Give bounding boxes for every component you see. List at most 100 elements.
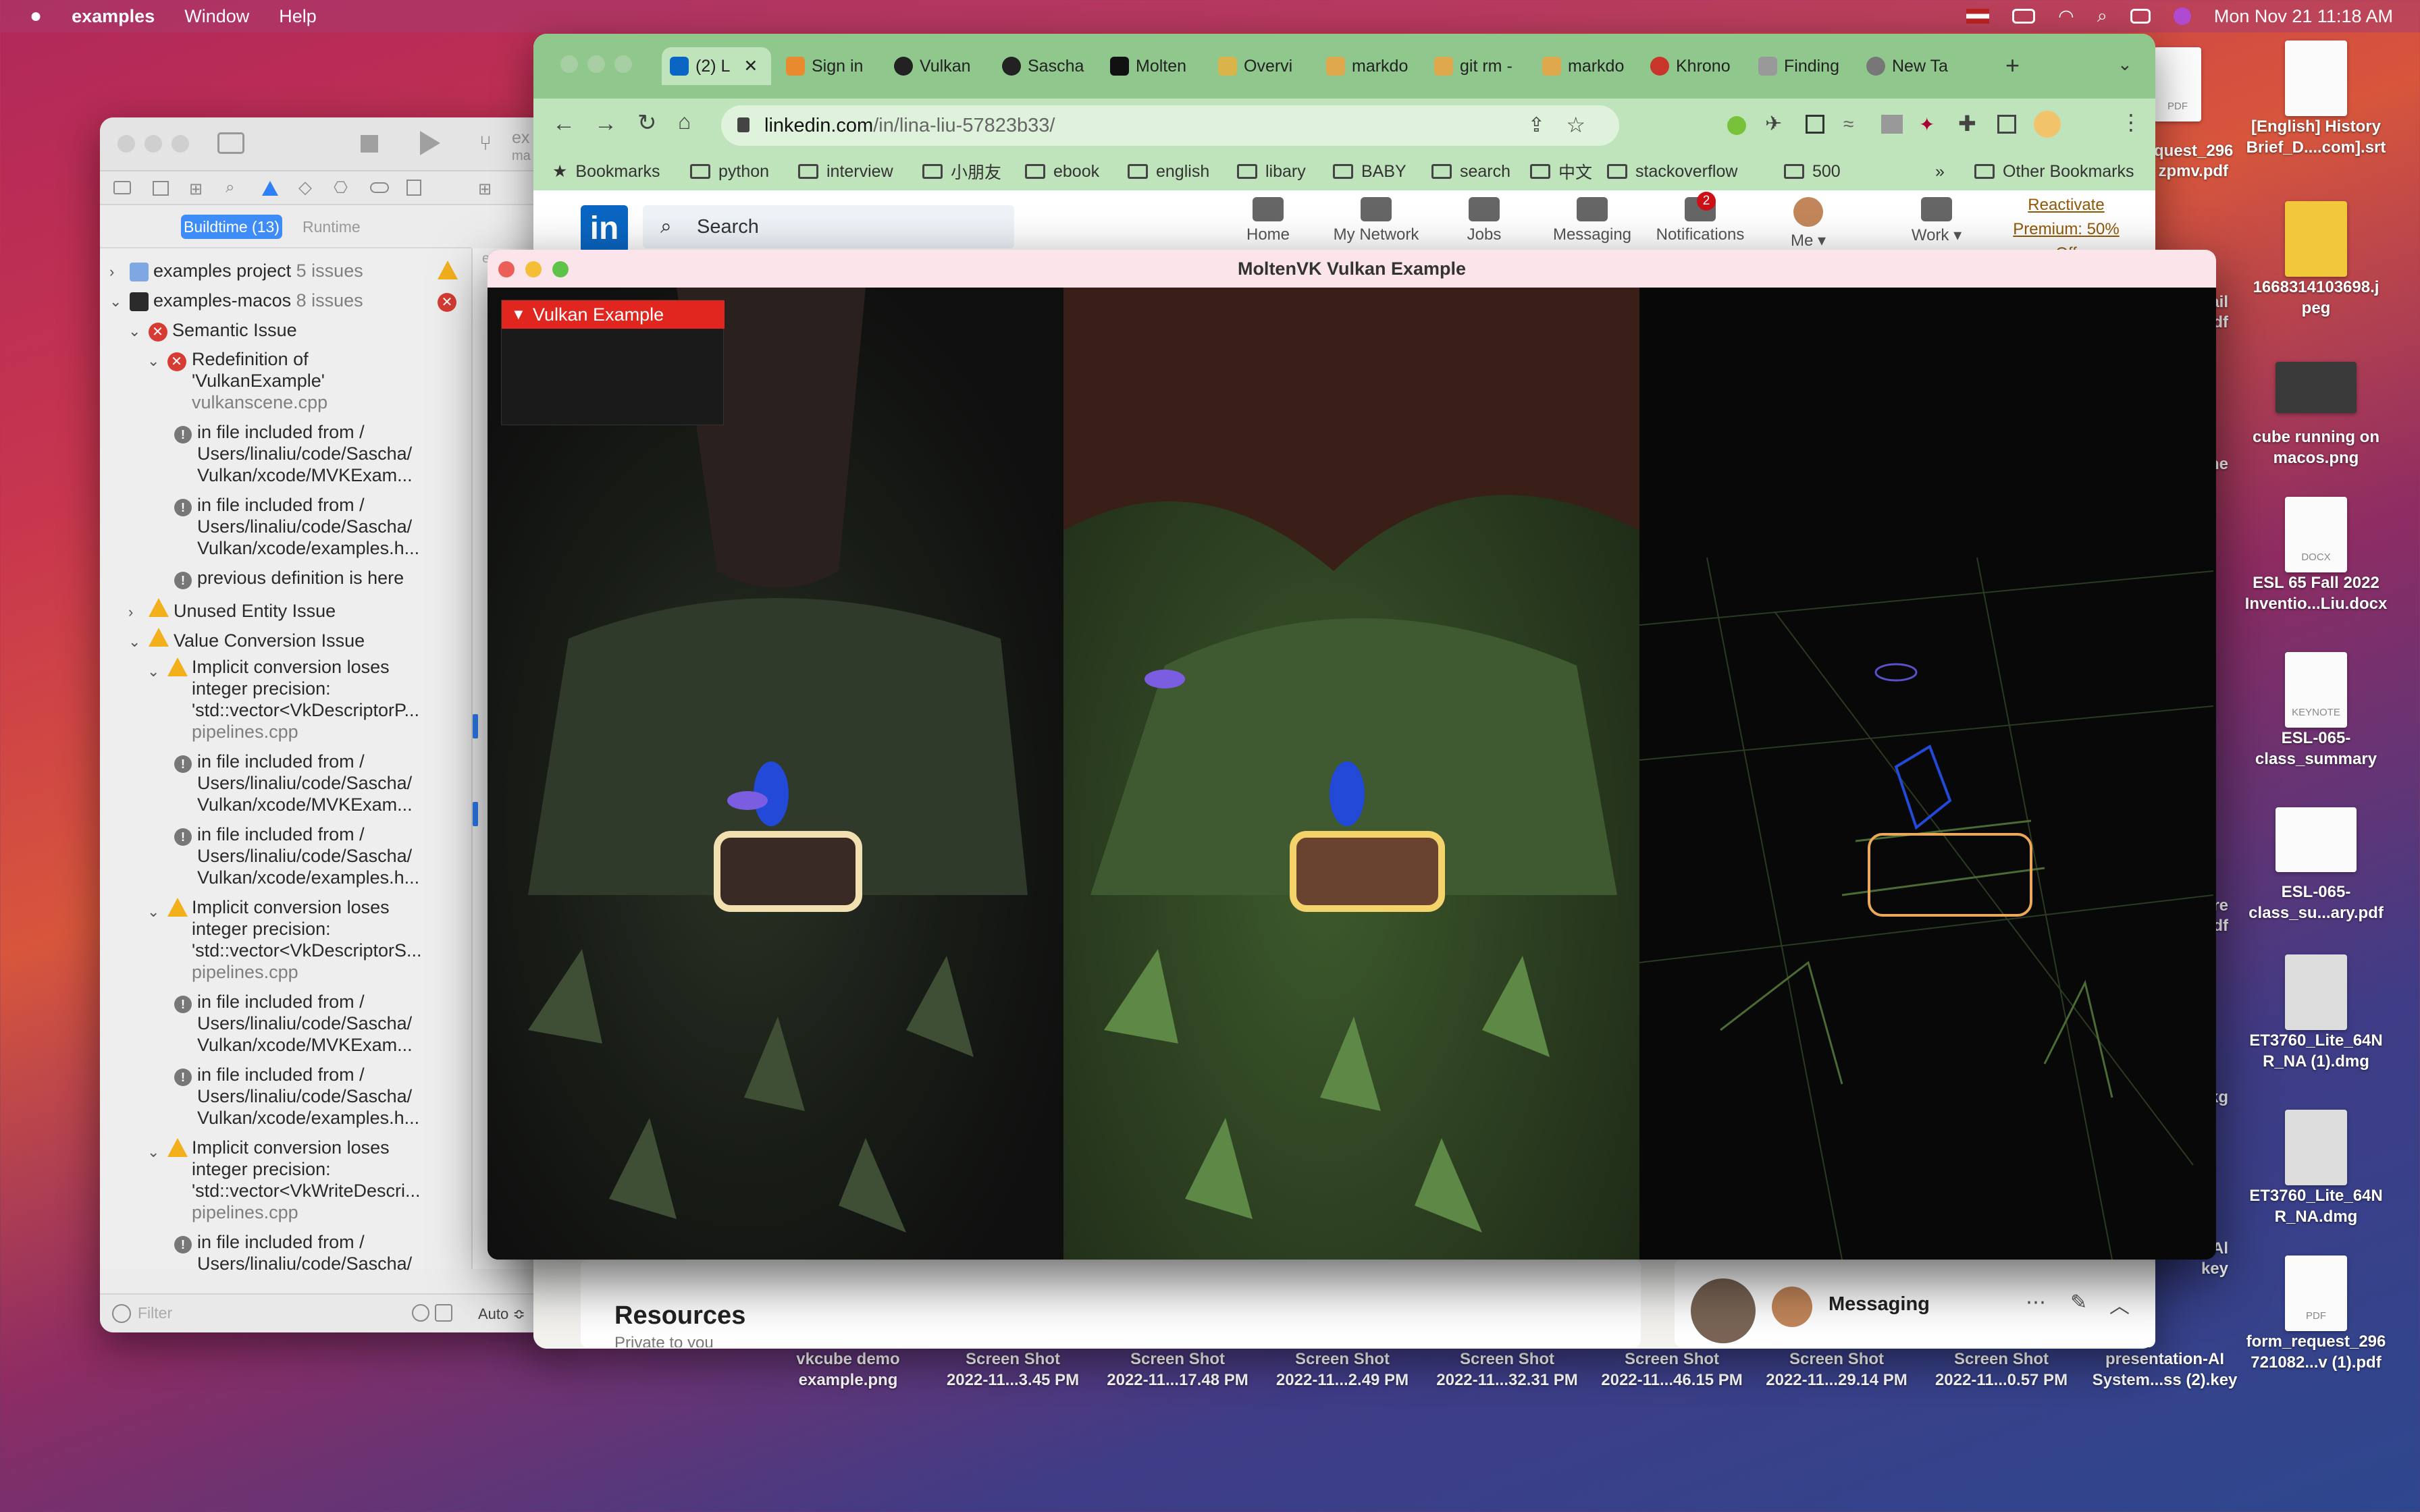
extension-icon[interactable] xyxy=(1881,115,1903,134)
reload-icon[interactable]: ↻ xyxy=(637,109,657,136)
issue-note-row[interactable]: ! previous definition is here xyxy=(174,568,404,589)
filter-input[interactable]: Filter xyxy=(138,1304,408,1322)
tab-buildtime[interactable]: Buildtime (13) xyxy=(181,215,282,239)
breakpoint-navigator-icon[interactable] xyxy=(370,182,389,193)
bookmark-folder[interactable]: libary xyxy=(1237,153,1306,190)
issue-target-row[interactable]: › examples project 5 issues xyxy=(109,261,458,281)
overlay-header[interactable]: ▼ Vulkan Example xyxy=(502,300,725,329)
desktop-file[interactable]: [English] History Brief_D....com].srt xyxy=(2228,40,2404,158)
bookmark-folder[interactable]: english xyxy=(1128,153,1209,190)
bookmark-star-icon[interactable]: ☆ xyxy=(1566,112,1585,138)
bookmark-folder[interactable]: interview xyxy=(798,153,893,190)
desktop-file[interactable]: KEYNOTE ESL-065- class_summary xyxy=(2228,652,2404,770)
issue-note-row[interactable]: ! in file included from / Users/linaliu/co… xyxy=(174,422,413,485)
report-navigator-icon[interactable] xyxy=(406,180,421,196)
disclosure-chevron-icon[interactable]: › xyxy=(128,603,143,621)
zoom-button[interactable] xyxy=(172,135,189,153)
nav-notifications[interactable]: 2 Notifications xyxy=(1646,192,1754,244)
find-navigator-icon[interactable]: ⌕ xyxy=(226,178,234,197)
ui-overlay-panel[interactable]: ▼ Vulkan Example xyxy=(501,300,725,425)
desktop-file[interactable]: cube running on macos.png xyxy=(2228,362,2404,468)
lock-icon[interactable] xyxy=(737,117,749,132)
chevron-up-icon[interactable]: ︿ xyxy=(2109,1289,2130,1319)
issue-note-row[interactable]: ! in file included from / Users/linaliu/co… xyxy=(174,1232,412,1274)
tab-new-tab[interactable]: New Ta xyxy=(1858,47,1966,85)
symbol-navigator-icon[interactable]: ⊞ xyxy=(189,180,203,199)
bookmark-folder[interactable]: stackoverflow xyxy=(1607,153,1737,190)
chrome-menu-icon[interactable]: ⋮ xyxy=(2120,109,2142,135)
back-icon[interactable]: ← xyxy=(552,111,575,137)
project-navigator-icon[interactable] xyxy=(113,181,131,194)
extension-icon[interactable] xyxy=(1727,116,1746,135)
tab-linkedin[interactable]: (2) L ✕ xyxy=(662,47,771,85)
collapse-triangle-icon[interactable]: ▼ xyxy=(511,300,526,329)
extension-icon[interactable]: ✦ xyxy=(1919,113,1935,136)
zoom-button[interactable] xyxy=(552,261,569,277)
tab-sascha[interactable]: Sascha xyxy=(994,47,1102,85)
desktop-file[interactable]: Screen Shot 2022-11...32.31 PM xyxy=(1422,1349,1592,1390)
editor-grid-icon[interactable]: ⊞ xyxy=(478,180,492,199)
bookmark-item[interactable]: ★ Bookmarks xyxy=(552,153,660,190)
nav-home[interactable]: Home xyxy=(1214,197,1322,244)
desktop-file[interactable]: vkcube demo example.png xyxy=(763,1349,933,1390)
recent-filter-icon[interactable] xyxy=(412,1304,429,1322)
disclosure-chevron-icon[interactable]: ⌄ xyxy=(147,663,162,680)
tab-molten[interactable]: Molten xyxy=(1102,47,1210,85)
bookmark-folder[interactable]: ebook xyxy=(1025,153,1099,190)
desktop-file[interactable]: PDF form_request_296 721082...v (1).pdf xyxy=(2228,1256,2404,1373)
issue-note-row[interactable]: ! in file included from / Users/linaliu/co… xyxy=(174,992,413,1055)
disclosure-chevron-icon[interactable]: ⌄ xyxy=(147,352,162,370)
issue-row[interactable]: ⌄ Value Conversion Issue xyxy=(128,628,365,651)
nav-jobs[interactable]: Jobs xyxy=(1430,197,1538,244)
tab-markdown[interactable]: markdo xyxy=(1318,47,1426,85)
tab-sign-in[interactable]: Sign in xyxy=(778,47,886,85)
other-bookmarks-folder[interactable]: Other Bookmarks xyxy=(1974,153,2134,190)
menu-window[interactable]: Window xyxy=(184,6,249,27)
address-bar[interactable]: linkedin.com/in/lina-liu-57823b33/ ⇪ ☆ xyxy=(721,105,1619,146)
rocket-extension-icon[interactable]: ✈ xyxy=(1765,112,1782,136)
extension-icon[interactable] xyxy=(1806,115,1824,134)
issue-row[interactable]: ⌄ Implicit conversion loses integer preci… xyxy=(147,657,419,742)
desktop-file-partial[interactable]: PDF xyxy=(2154,47,2201,122)
siri-icon[interactable] xyxy=(2173,7,2191,25)
nav-me[interactable]: Me ▾ xyxy=(1754,197,1862,250)
minimize-button[interactable] xyxy=(144,135,162,153)
close-button[interactable] xyxy=(560,55,578,73)
bookmark-folder[interactable]: 小朋友 xyxy=(922,153,1001,190)
test-navigator-icon[interactable]: ◇ xyxy=(298,177,312,198)
bookmarks-overflow[interactable]: » xyxy=(1935,153,1945,190)
battery-icon[interactable] xyxy=(2012,9,2036,24)
desktop-file[interactable]: Screen Shot 2022-11...46.15 PM xyxy=(1587,1349,1757,1390)
issue-navigator-icon[interactable] xyxy=(262,181,278,199)
minimize-button[interactable] xyxy=(525,261,542,277)
tab-vulkan[interactable]: Vulkan xyxy=(886,47,994,85)
bookmark-folder[interactable]: search xyxy=(1431,153,1510,190)
tab-git-rm[interactable]: git rm - xyxy=(1426,47,1534,85)
disclosure-chevron-icon[interactable]: ⌄ xyxy=(147,1143,162,1161)
new-tab-plus-icon[interactable]: + xyxy=(2005,51,2020,80)
avatar[interactable] xyxy=(1772,1287,1812,1327)
menu-app-name[interactable]: examples xyxy=(72,6,155,27)
desktop-file[interactable]: Screen Shot 2022-11...29.14 PM xyxy=(1752,1349,1922,1390)
desktop-file[interactable]: Screen Shot 2022-11...3.45 PM xyxy=(928,1349,1098,1390)
flag-icon[interactable] xyxy=(1966,9,1990,24)
bookmark-folder[interactable]: python xyxy=(690,153,769,190)
desktop-file[interactable]: Screen Shot 2022-11...2.49 PM xyxy=(1257,1349,1427,1390)
sidebar-toggle-icon[interactable] xyxy=(217,132,244,154)
tab-runtime[interactable]: Runtime xyxy=(302,215,361,239)
bookmark-folder[interactable]: 中文 xyxy=(1530,153,1592,190)
desktop-file[interactable]: ET3760_Lite_64N R_NA (1).dmg xyxy=(2228,954,2404,1072)
tab-markdown-2[interactable]: markdo xyxy=(1534,47,1642,85)
extension-icon[interactable]: ≈ xyxy=(1843,113,1853,135)
issue-row[interactable]: ⌄ ✕ Semantic Issue xyxy=(128,320,297,342)
desktop-file[interactable]: Screen Shot 2022-11...0.57 PM xyxy=(1916,1349,2086,1390)
avatar[interactable] xyxy=(1691,1278,1756,1343)
nav-work[interactable]: Work ▾ xyxy=(1883,197,1991,245)
close-button[interactable] xyxy=(117,135,135,153)
minimize-button[interactable] xyxy=(587,55,605,73)
tab-search-chevron-icon[interactable]: ⌄ xyxy=(2118,54,2132,75)
bookmark-folder[interactable]: 500 xyxy=(1784,153,1841,190)
spotlight-icon[interactable]: ⌕ xyxy=(2097,5,2107,27)
desktop-file[interactable]: Screen Shot 2022-11...17.48 PM xyxy=(1093,1349,1263,1390)
menu-datetime[interactable]: Mon Nov 21 11:18 AM xyxy=(2214,6,2393,27)
